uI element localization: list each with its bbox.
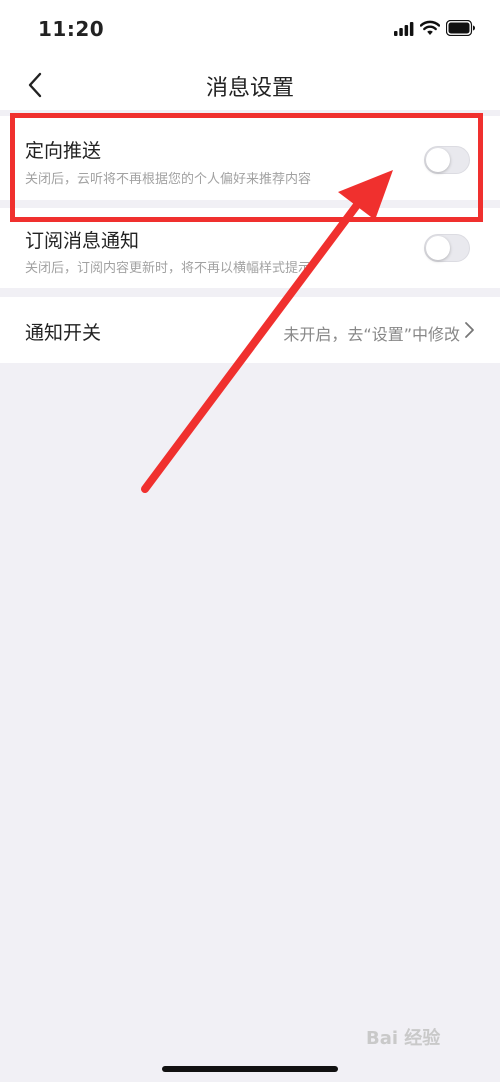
annotation-arrow xyxy=(141,170,393,493)
watermark: Bai 经验 xyxy=(366,1028,441,1049)
home-indicator xyxy=(162,1066,338,1072)
